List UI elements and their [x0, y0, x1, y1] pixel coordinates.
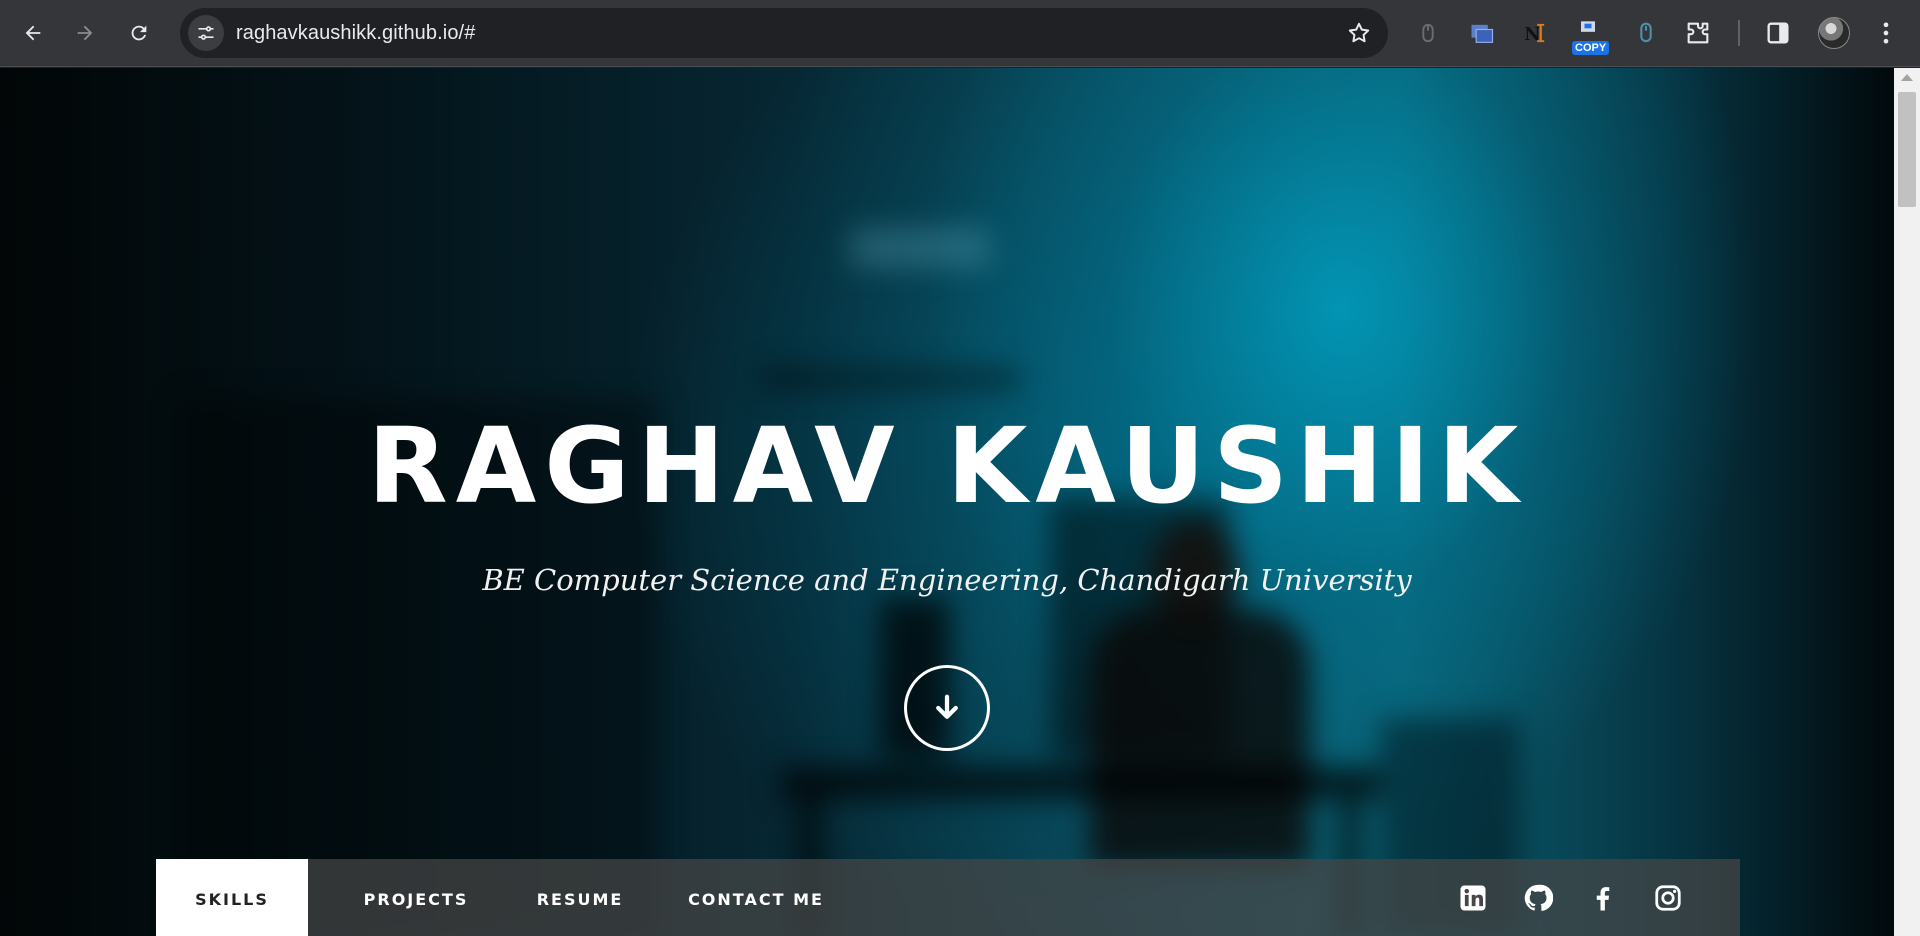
github-icon[interactable] — [1523, 883, 1554, 913]
browser-toolbar: raghavkaushikk.github.io/# N COPY — [0, 0, 1920, 67]
mouse-outline-extension-icon[interactable] — [1630, 17, 1662, 49]
ni-extension-icon[interactable]: N — [1520, 17, 1552, 49]
scrollbar-thumb[interactable] — [1898, 92, 1916, 207]
more-menu-icon[interactable] — [1870, 17, 1902, 49]
url-text[interactable]: raghavkaushikk.github.io/# — [236, 8, 475, 58]
bookmark-star-icon[interactable] — [1346, 20, 1372, 46]
section-navbar: SKILLS PROJECTS RESUME CONTACT ME — [156, 859, 1740, 936]
page-viewport: RAGHAV KAUSHIK BE Computer Science and E… — [0, 68, 1894, 936]
hero-title: RAGHAV KAUSHIK — [367, 405, 1527, 527]
extensions-puzzle-icon[interactable] — [1682, 17, 1714, 49]
instagram-icon[interactable] — [1653, 883, 1683, 913]
nav-contact-me[interactable]: CONTACT ME — [676, 859, 836, 936]
nav-resume[interactable]: RESUME — [520, 859, 640, 936]
nav-skills[interactable]: SKILLS — [156, 859, 308, 936]
page-scrollbar[interactable] — [1894, 68, 1920, 936]
facebook-icon[interactable] — [1588, 883, 1618, 913]
back-arrow-icon — [25, 25, 41, 41]
toolbar-divider — [1738, 20, 1740, 46]
side-panel-icon[interactable] — [1762, 17, 1794, 49]
tune-icon — [198, 26, 214, 40]
scroll-down-button[interactable] — [904, 665, 990, 751]
window-extension-icon[interactable] — [1466, 17, 1498, 49]
copy-badge: COPY — [1572, 41, 1610, 55]
reload-button[interactable] — [120, 14, 158, 52]
nav-projects[interactable]: PROJECTS — [346, 859, 486, 936]
address-bar[interactable]: raghavkaushikk.github.io/# — [180, 8, 1388, 58]
linkedin-icon[interactable] — [1458, 883, 1488, 913]
reload-icon — [131, 25, 147, 41]
site-info-button[interactable] — [188, 15, 224, 51]
copy-extension-icon[interactable]: COPY — [1572, 17, 1610, 55]
forward-arrow-icon — [77, 25, 93, 41]
mouse-extension-icon[interactable] — [1412, 17, 1444, 49]
hero-subtitle: BE Computer Science and Engineering, Cha… — [482, 563, 1412, 597]
forward-button[interactable] — [66, 14, 104, 52]
back-button[interactable] — [14, 14, 52, 52]
arrow-down-icon — [936, 694, 958, 719]
profile-avatar[interactable] — [1818, 17, 1850, 49]
scroll-up-arrow-icon[interactable] — [1901, 74, 1913, 81]
